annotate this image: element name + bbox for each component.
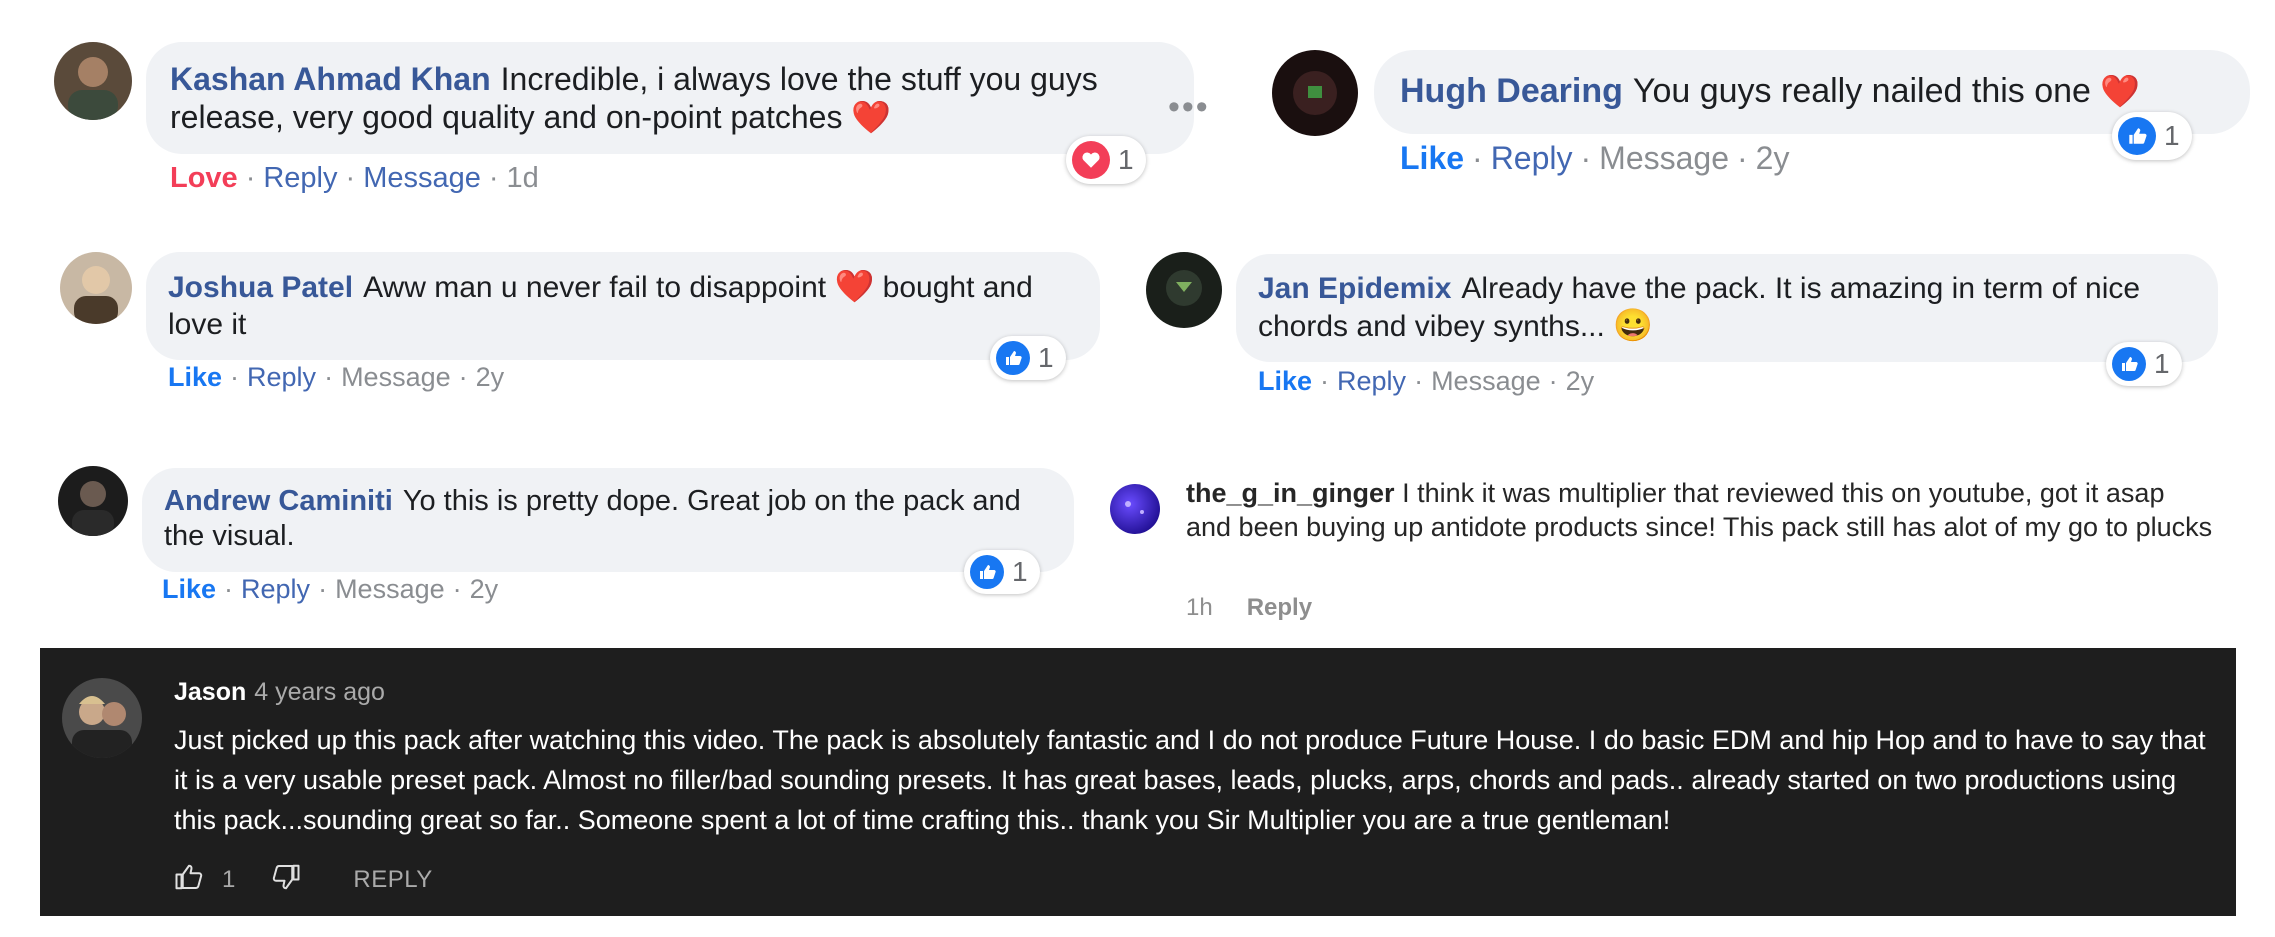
- message-button[interactable]: Message: [341, 362, 451, 392]
- reply-button[interactable]: Reply: [263, 162, 337, 194]
- message-button[interactable]: Message: [363, 162, 481, 194]
- reaction-badge[interactable]: 1: [2106, 342, 2182, 386]
- like-button[interactable]: Like: [1400, 140, 1464, 176]
- reply-button[interactable]: REPLY: [353, 866, 432, 894]
- reaction-badge[interactable]: 1: [990, 336, 1066, 380]
- heart-emoji: ❤️: [851, 99, 892, 135]
- reply-button[interactable]: Reply: [1491, 140, 1573, 176]
- comment-time[interactable]: 2y: [470, 574, 499, 604]
- comment-author[interactable]: Jason: [174, 678, 246, 706]
- thumbs-up-icon[interactable]: [174, 862, 204, 899]
- comment-time[interactable]: 1d: [507, 162, 539, 194]
- instagram-comment: the_g_in_ginger I think it was multiplie…: [1186, 476, 2216, 544]
- reply-button[interactable]: Reply: [1247, 594, 1312, 621]
- avatar[interactable]: [60, 252, 132, 324]
- more-options-icon[interactable]: •••: [1168, 88, 1210, 127]
- reaction-badge[interactable]: 1: [964, 550, 1040, 594]
- avatar[interactable]: [58, 466, 128, 536]
- message-button[interactable]: Message: [335, 574, 445, 604]
- avatar[interactable]: [62, 678, 142, 758]
- reaction-count: 1: [1038, 342, 1054, 373]
- message-button[interactable]: Message: [1599, 140, 1729, 176]
- heart-emoji: ❤️: [834, 268, 875, 304]
- comment-text: Aww man u never fail to disappoint: [363, 271, 827, 304]
- comment-header: Jason 4 years ago: [174, 678, 385, 707]
- comment-actions: Like · Reply · Message · 2y: [168, 362, 505, 392]
- comment-author[interactable]: the_g_in_ginger: [1186, 478, 1395, 508]
- love-reaction-icon: [1072, 141, 1110, 179]
- comment-time[interactable]: 1h: [1186, 594, 1213, 621]
- love-button[interactable]: Love: [170, 162, 238, 194]
- reaction-badge[interactable]: 1: [2112, 112, 2192, 160]
- like-count: 1: [222, 866, 236, 893]
- youtube-comment: Jason 4 years ago Just picked up this pac…: [40, 648, 2236, 916]
- comment-actions: Like · Reply · Message · 2y: [162, 574, 499, 604]
- reaction-count: 1: [2164, 120, 2180, 151]
- avatar[interactable]: [1272, 50, 1358, 136]
- like-button[interactable]: Like: [1258, 366, 1312, 396]
- comment-time[interactable]: 2y: [1566, 366, 1595, 396]
- comment-author[interactable]: Kashan Ahmad Khan: [170, 61, 491, 97]
- like-reaction-icon: [2118, 117, 2156, 155]
- like-reaction-icon: [996, 341, 1030, 375]
- reaction-badge[interactable]: 1: [1066, 136, 1146, 184]
- message-button[interactable]: Message: [1431, 366, 1541, 396]
- comment-actions: Love · Reply · Message · 1d: [170, 162, 539, 194]
- comment-text: Just picked up this pack after watching …: [174, 725, 2206, 835]
- avatar[interactable]: [54, 42, 132, 120]
- reply-button[interactable]: Reply: [241, 574, 310, 604]
- heart-emoji: ❤️: [2100, 73, 2141, 109]
- thumbs-down-icon[interactable]: [271, 862, 301, 899]
- comment-author[interactable]: Jan Epidemix: [1258, 272, 1451, 305]
- comment-time[interactable]: 4 years ago: [254, 678, 385, 706]
- grin-emoji: 😀: [1613, 307, 1654, 343]
- avatar[interactable]: [1146, 252, 1222, 328]
- comment-author[interactable]: Hugh Dearing: [1400, 72, 1623, 110]
- reaction-count: 1: [1012, 556, 1028, 587]
- avatar[interactable]: [1110, 484, 1160, 534]
- comment-time[interactable]: 2y: [1756, 140, 1790, 176]
- comment-actions: Like · Reply · Message · 2y: [1258, 366, 1595, 396]
- comment-time[interactable]: 2y: [476, 362, 505, 392]
- comment-actions: Like · Reply · Message · 2y: [1400, 140, 1790, 176]
- reply-button[interactable]: Reply: [247, 362, 316, 392]
- like-button[interactable]: Like: [168, 362, 222, 392]
- reaction-count: 1: [2154, 348, 2170, 379]
- comment-bubble: Joshua Patel Aww man u never fail to disa…: [146, 252, 1100, 360]
- comment-author[interactable]: Joshua Patel: [168, 271, 353, 304]
- like-button[interactable]: Like: [162, 574, 216, 604]
- like-reaction-icon: [2112, 347, 2146, 381]
- comment-bubble: Andrew Caminiti Yo this is pretty dope. G…: [142, 468, 1074, 572]
- comment-actions: 1 REPLY: [174, 860, 433, 900]
- like-reaction-icon: [970, 555, 1004, 589]
- comment-bubble: Jan Epidemix Already have the pack. It is…: [1236, 254, 2218, 362]
- comment-text: You guys really nailed this one: [1632, 72, 2091, 110]
- comment-bubble: Kashan Ahmad Khan Incredible, i always lo…: [146, 42, 1194, 154]
- reply-button[interactable]: Reply: [1337, 366, 1406, 396]
- comment-actions: 1h Reply: [1186, 594, 1312, 622]
- comment-author[interactable]: Andrew Caminiti: [164, 485, 393, 517]
- reaction-count: 1: [1118, 144, 1134, 175]
